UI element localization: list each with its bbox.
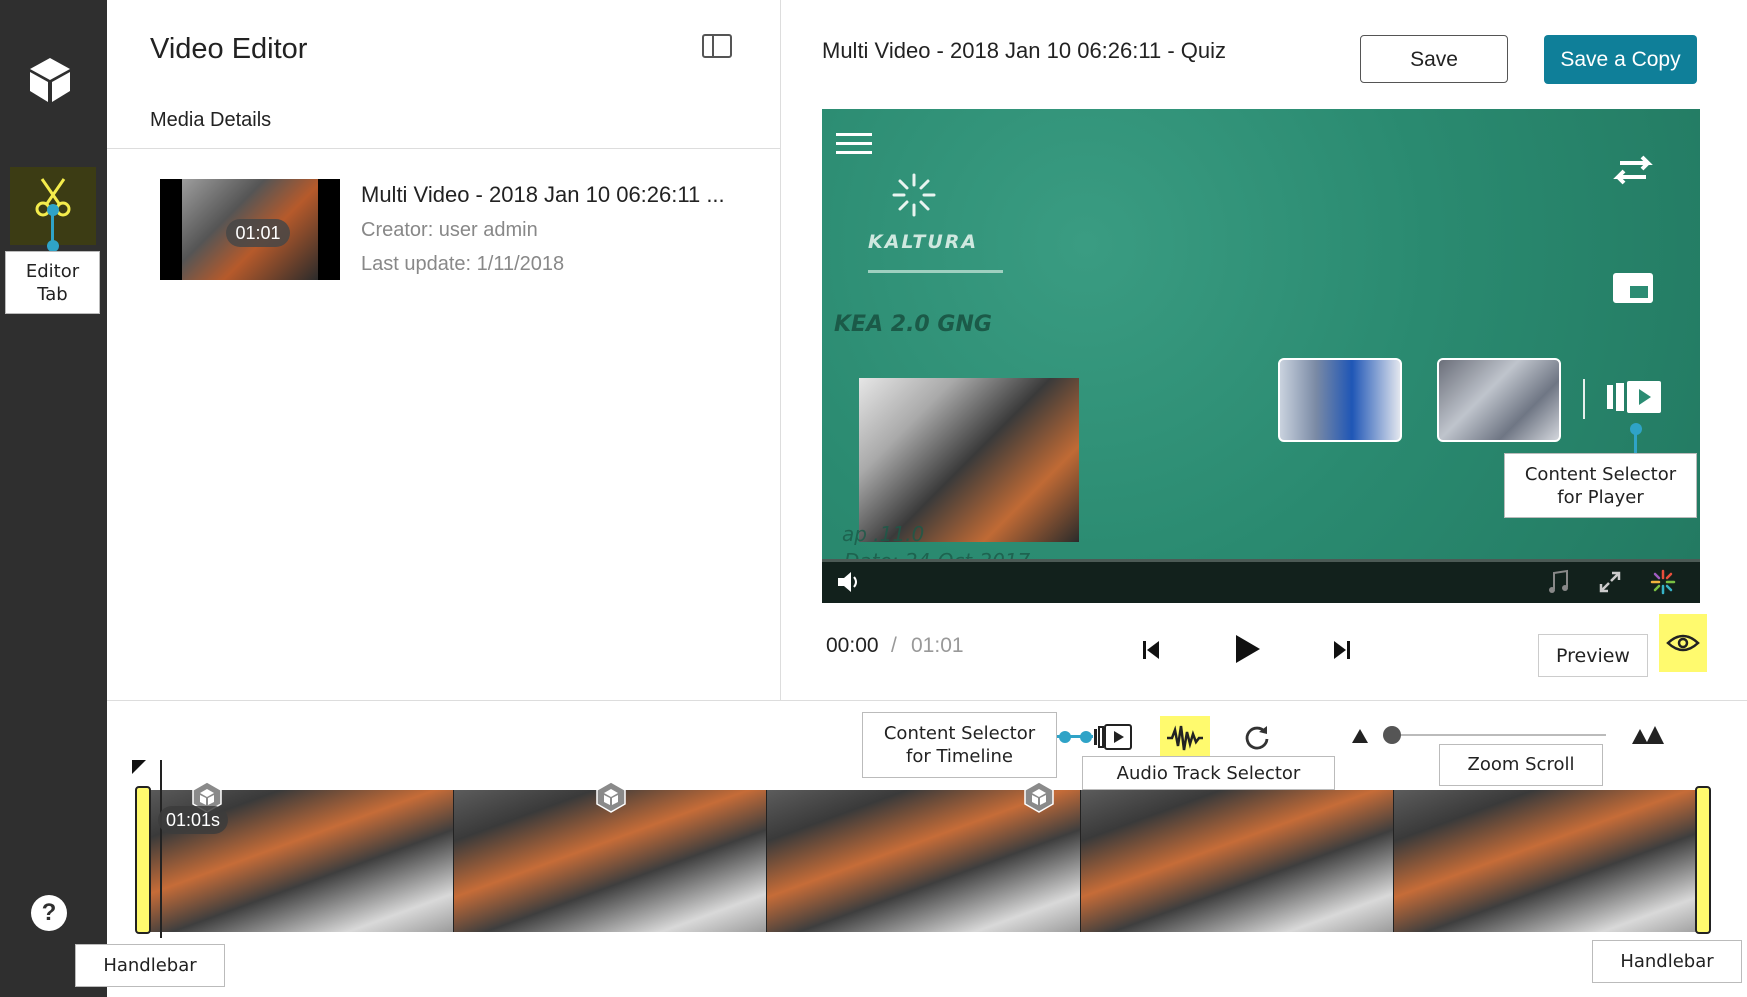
swap-icon[interactable] [1610, 153, 1656, 187]
divider [1583, 379, 1585, 419]
waveform-icon [1167, 725, 1203, 751]
volume-icon[interactable] [836, 569, 862, 595]
save-a-copy-button[interactable]: Save a Copy [1544, 35, 1697, 84]
panel-toggle-icon[interactable] [702, 34, 732, 58]
quiz-marker-icon[interactable] [1023, 781, 1055, 813]
preview-button[interactable]: Preview [1538, 634, 1648, 677]
audio-track-button[interactable] [1160, 716, 1210, 760]
media-thumbnail[interactable]: 01:01 [160, 179, 340, 280]
overlay-text: ap .11.0 [842, 522, 925, 546]
eye-button[interactable] [1659, 614, 1707, 672]
media-name: Multi Video - 2018 Jan 10 06:26:11 ... [361, 182, 725, 207]
content-source-1[interactable] [1278, 358, 1402, 442]
help-icon[interactable]: ? [31, 895, 67, 931]
music-icon[interactable] [1547, 569, 1569, 595]
timeline-frame [1080, 790, 1395, 932]
connector-dot [1080, 731, 1092, 743]
connector-dot [1059, 731, 1071, 743]
content-selector-player-callout: Content Selector for Player [1504, 453, 1697, 518]
next-icon[interactable] [1328, 637, 1354, 663]
media-creator: Creator: user admin [361, 219, 538, 241]
playhead-flag[interactable] [132, 760, 146, 774]
quiz-marker-icon[interactable] [595, 781, 627, 813]
timeline-time-badge: 01:01s [158, 806, 228, 834]
zoom-in-icon[interactable] [1631, 725, 1665, 745]
zoom-track[interactable] [1392, 734, 1606, 736]
panel-divider [780, 0, 781, 700]
handlebar-left[interactable] [135, 786, 151, 934]
left-rail [0, 0, 107, 997]
playhead[interactable] [160, 760, 162, 938]
menu-icon[interactable] [836, 131, 872, 157]
connector-line [1634, 430, 1637, 455]
divider [107, 148, 780, 149]
kaltura-icon[interactable] [1650, 569, 1676, 595]
media-details-heading: Media Details [150, 109, 272, 131]
handlebar-left-callout: Handlebar [75, 944, 225, 987]
zoom-out-icon[interactable] [1351, 728, 1369, 744]
current-time: 00:00 [826, 634, 879, 657]
zoom-scroll-callout: Zoom Scroll [1439, 744, 1603, 786]
video-title: Multi Video - 2018 Jan 10 06:26:11 - Qui… [822, 38, 1226, 63]
eye-icon [1666, 634, 1700, 652]
reload-icon[interactable] [1243, 723, 1271, 751]
audio-track-callout: Audio Track Selector [1082, 756, 1335, 790]
cube-logo-icon[interactable] [28, 56, 72, 104]
pip-icon[interactable] [1612, 272, 1654, 304]
handlebar-right[interactable] [1695, 786, 1711, 934]
duration: 01:01 [911, 634, 964, 657]
page-title: Video Editor [150, 33, 308, 65]
prev-icon[interactable] [1139, 637, 1165, 663]
seek-bar[interactable] [822, 559, 1700, 562]
content-selector-icon[interactable] [1093, 722, 1133, 752]
time-separator: / [891, 634, 897, 657]
slide-title: KEA 2.0 GNG [834, 312, 992, 337]
content-selector-icon[interactable] [1605, 377, 1663, 417]
handlebar-right-callout: Handlebar [1592, 940, 1742, 983]
brand-underline [868, 270, 1003, 273]
play-icon[interactable] [1232, 633, 1262, 665]
editor-tab-callout: Editor Tab [5, 251, 100, 314]
brand-text: KALTURA [868, 231, 979, 253]
thumbnail-duration: 01:01 [226, 219, 290, 247]
picture-in-picture[interactable] [859, 378, 1079, 542]
save-button[interactable]: Save [1360, 35, 1508, 83]
kaltura-logo-icon [892, 173, 936, 217]
content-source-2[interactable] [1437, 358, 1561, 442]
zoom-knob[interactable] [1383, 726, 1401, 744]
fullscreen-icon[interactable] [1599, 571, 1621, 593]
timeline-frame [1394, 790, 1708, 932]
media-last-update: Last update: 1/11/2018 [361, 253, 565, 275]
content-selector-timeline-callout: Content Selector for Timeline [862, 712, 1057, 778]
timeline-strip[interactable] [140, 790, 1708, 932]
video-player[interactable]: KALTURA KEA 2.0 GNG ap .11.0 Date: 24-Oc… [822, 109, 1700, 603]
timeline-divider [107, 700, 1747, 701]
